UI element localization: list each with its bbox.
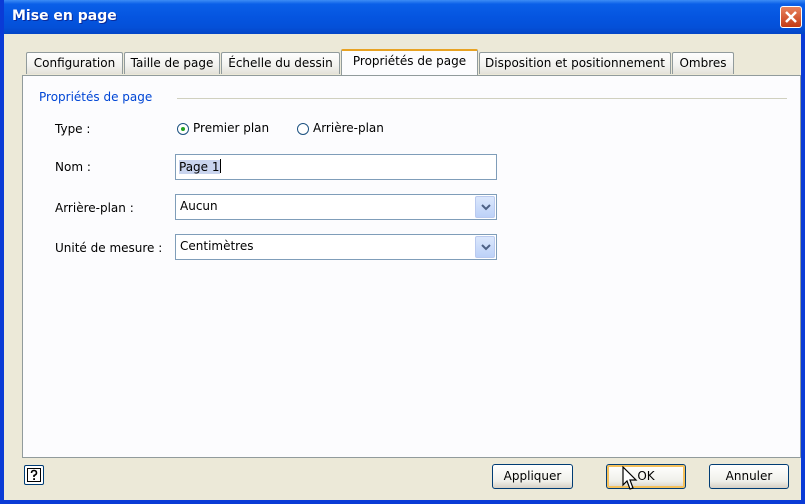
radio-premier-plan[interactable]: Premier plan [177, 121, 269, 135]
cancel-button[interactable]: Annuler [709, 464, 789, 489]
tab-label: Ombres [679, 56, 727, 70]
help-icon [27, 468, 41, 482]
tab-proprietes-de-page[interactable]: Propriétés de page [341, 49, 478, 75]
tab-panel: Propriétés de page Type : Premier plan A… [22, 75, 801, 458]
group-label: Propriétés de page [39, 90, 153, 104]
tab-ombres[interactable]: Ombres [672, 52, 734, 74]
unit-value: Centimètres [180, 239, 254, 253]
apply-button[interactable]: Appliquer [492, 464, 573, 489]
group-divider [177, 98, 787, 99]
radio-arriere-plan[interactable]: Arrière-plan [297, 121, 384, 135]
name-label: Nom : [55, 160, 91, 174]
radio-unchecked-icon [297, 123, 309, 135]
dropdown-button[interactable] [475, 196, 495, 218]
radio-label: Premier plan [193, 121, 270, 135]
help-button[interactable] [24, 465, 44, 485]
background-value: Aucun [180, 199, 218, 213]
tab-label: Échelle du dessin [228, 56, 333, 70]
unit-label: Unité de mesure : [55, 241, 163, 255]
radio-checked-icon [177, 123, 189, 135]
tab-label: Taille de page [130, 56, 214, 70]
tab-echelle-du-dessin[interactable]: Échelle du dessin [221, 52, 340, 74]
tab-label: Configuration [33, 56, 116, 70]
name-input[interactable]: Page 1 [175, 154, 497, 180]
radio-label: Arrière-plan [313, 121, 384, 135]
tab-disposition-et-positionnement[interactable]: Disposition et positionnement [479, 52, 671, 74]
title-bar[interactable]: Mise en page [4, 0, 805, 34]
window-title: Mise en page [12, 8, 117, 24]
tab-configuration[interactable]: Configuration [26, 52, 123, 74]
chevron-down-icon [481, 244, 491, 251]
page-setup-dialog: Mise en page Configuration Taille de pag… [0, 0, 805, 504]
dropdown-button[interactable] [475, 236, 495, 258]
name-value: Page 1 [179, 160, 220, 174]
chevron-down-icon [481, 204, 491, 211]
mouse-pointer-icon [622, 466, 638, 490]
unit-select[interactable]: Centimètres [175, 234, 497, 260]
background-select[interactable]: Aucun [175, 194, 497, 220]
background-label: Arrière-plan : [55, 201, 134, 215]
text-cursor [219, 159, 221, 173]
tab-label: Disposition et positionnement [485, 56, 665, 70]
type-label: Type : [55, 122, 91, 136]
close-button[interactable] [780, 6, 802, 28]
tab-label: Propriétés de page [352, 54, 467, 68]
close-icon [785, 11, 797, 23]
tab-taille-de-page[interactable]: Taille de page [124, 52, 220, 74]
ok-button[interactable]: OK [606, 464, 686, 489]
